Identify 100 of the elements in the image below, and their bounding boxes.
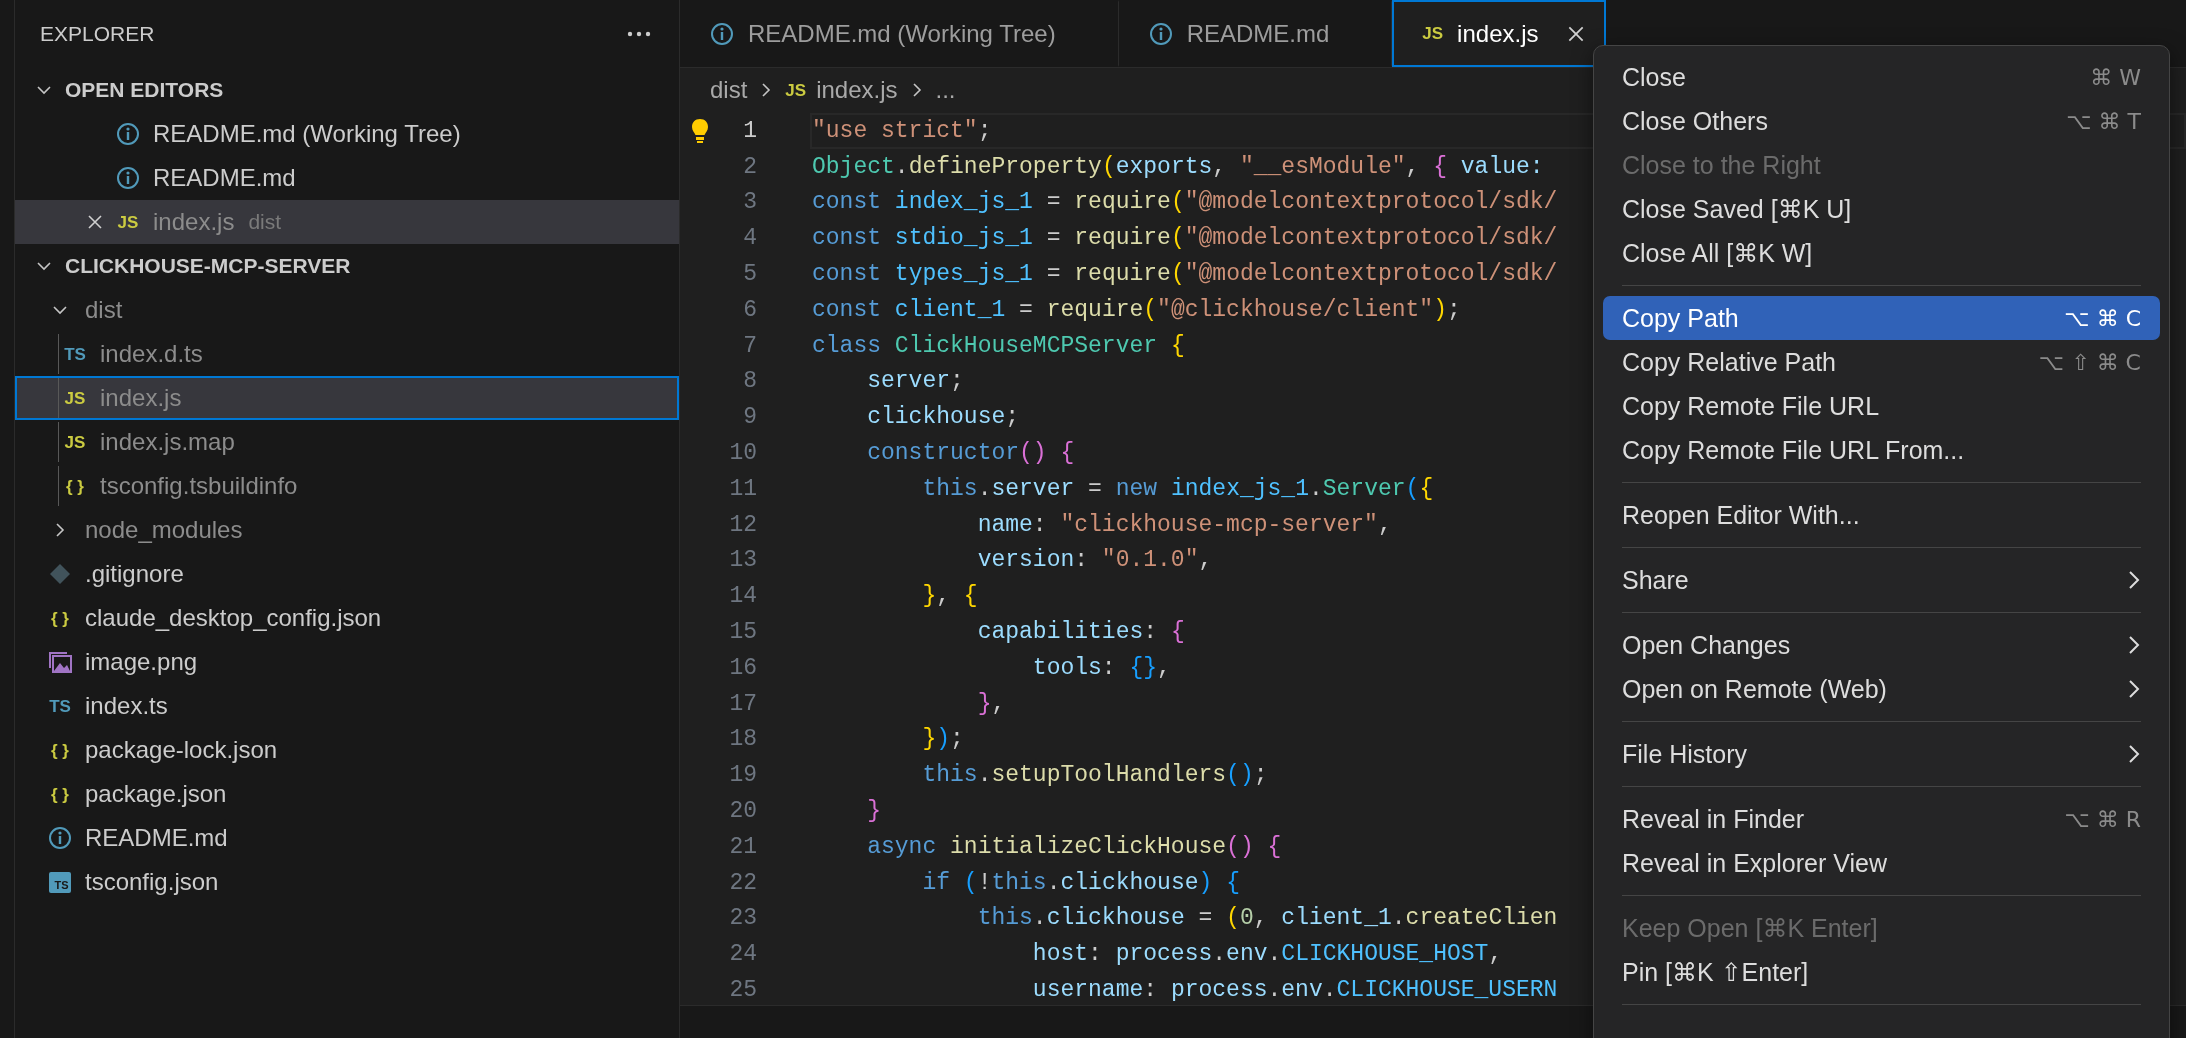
shortcut-hint: ⌥ ⌘ R	[2064, 806, 2141, 832]
menu-item[interactable]: Close All [⌘K W]	[1603, 231, 2160, 275]
code-line: "use strict";	[812, 117, 992, 144]
section-header[interactable]: OPEN EDITORS	[15, 68, 679, 112]
line-number: 12	[728, 511, 757, 538]
open-editor-row[interactable]: README.md	[15, 156, 679, 200]
section-header[interactable]: CLICKHOUSE-MCP-SERVER	[15, 244, 679, 288]
line-number: 20	[728, 798, 757, 825]
code-line: capabilities: {	[976, 619, 1185, 646]
menu-item[interactable]: Open on Remote (Web)	[1603, 667, 2160, 711]
file-row[interactable]: { } tsconfig.tsbuildinfo	[15, 464, 679, 508]
line-number: 11	[728, 475, 757, 502]
file-row[interactable]: TS tsconfig.json	[15, 860, 679, 904]
breadcrumb-item[interactable]: ...	[935, 76, 956, 104]
menu-item[interactable]: Copy Remote File URL From...	[1603, 428, 2160, 472]
file-row[interactable]: { } claude_desktop_config.json	[15, 596, 679, 640]
image-icon	[48, 651, 72, 673]
line-number: 6	[742, 296, 757, 323]
code-line: }, {	[921, 583, 978, 610]
braces-icon: { }	[66, 477, 84, 495]
line-number: 16	[728, 654, 757, 681]
ts-icon: TS	[49, 871, 71, 893]
menu-item[interactable]: Copy Path ⌥ ⌘ C	[1603, 296, 2160, 340]
file-row[interactable]: JS index.js	[15, 376, 679, 420]
file-row[interactable]: { } package.json	[15, 772, 679, 816]
line-number: 7	[742, 332, 757, 359]
code-line: });	[921, 726, 964, 753]
menu-item[interactable]: Copy Remote File URL	[1603, 384, 2160, 428]
code-line: this.server = new index_js_1.Server({	[921, 475, 1434, 502]
section-title: CLICKHOUSE-MCP-SERVER	[65, 254, 351, 278]
menu-item[interactable]: Pin [⌘K ⇧Enter]	[1603, 950, 2160, 994]
more-icon[interactable]	[627, 31, 651, 37]
info-icon	[116, 166, 140, 190]
ts-icon: TS	[64, 345, 86, 363]
code-line: Object.defineProperty(exports, "__esModule", { value:	[812, 153, 1544, 180]
open-editor-row[interactable]: JS index.js dist	[15, 200, 679, 244]
code-line: tools: {},	[1031, 654, 1171, 681]
breadcrumb-item[interactable]: index.js	[816, 76, 898, 104]
menu-item[interactable]: Reopen Editor With...	[1603, 493, 2160, 537]
code-line: },	[976, 690, 1006, 717]
menu-item[interactable]: File History	[1603, 732, 2160, 776]
line-number: 17	[728, 690, 757, 717]
file-row[interactable]: { } package-lock.json	[15, 728, 679, 772]
line-number: 18	[728, 726, 757, 753]
file-row[interactable]: JS index.js.map	[15, 420, 679, 464]
menu-item[interactable]: Reveal in Finder ⌥ ⌘ R	[1603, 797, 2160, 841]
line-number: 14	[728, 583, 757, 610]
js-icon: JS	[64, 389, 86, 407]
line-number: 25	[728, 977, 757, 1003]
line-number: 2	[742, 153, 757, 180]
code-line: constructor() {	[866, 440, 1075, 467]
file-row[interactable]: .gitignore	[15, 552, 679, 596]
shortcut-hint: ⌥ ⌘ T	[2066, 108, 2141, 134]
code-line: }	[866, 798, 881, 825]
code-line: this.clickhouse = (0, client_1.createClien	[976, 905, 1558, 932]
menu-item[interactable]: Close Others ⌥ ⌘ T	[1603, 99, 2160, 143]
folder-row[interactable]: node_modules	[15, 508, 679, 552]
line-number: 13	[728, 547, 757, 574]
line-number: 3	[742, 189, 757, 216]
menu-item[interactable]: Share	[1603, 558, 2160, 602]
code-line: this.setupToolHandlers();	[921, 762, 1268, 789]
open-editor-row[interactable]: README.md (Working Tree)	[15, 112, 679, 156]
close-icon[interactable]	[86, 213, 104, 231]
info-icon	[116, 122, 140, 146]
folder-hint: dist	[248, 210, 282, 234]
ts-icon: TS	[49, 697, 71, 715]
file-row[interactable]: image.png	[15, 640, 679, 684]
code-line: name: "clickhouse-mcp-server",	[976, 511, 1392, 538]
section-title: OPEN EDITORS	[65, 78, 224, 102]
code-line: if (!this.clickhouse) {	[921, 869, 1240, 896]
menu-item[interactable]: Reveal in Explorer View	[1603, 841, 2160, 885]
folder-row[interactable]: dist	[15, 288, 679, 332]
info-icon	[1148, 21, 1173, 46]
code-line: server;	[866, 368, 964, 395]
code-line: const index_js_1 = require("@modelcontextprotocol/sdk/	[812, 189, 1558, 216]
line-number: 24	[728, 941, 757, 968]
line-number: 1	[742, 117, 757, 144]
line-number: 23	[728, 905, 757, 932]
line-number: 5	[742, 261, 757, 288]
code-line: version: "0.1.0",	[976, 547, 1213, 574]
line-number: 10	[728, 440, 757, 467]
file-row[interactable]: TS index.ts	[15, 684, 679, 728]
braces-icon: { }	[51, 609, 69, 627]
info-icon	[710, 21, 734, 46]
menu-item[interactable]: Copy Relative Path ⌥ ⇧ ⌘ C	[1603, 340, 2160, 384]
line-number: 21	[728, 833, 757, 860]
lightbulb-icon[interactable]	[691, 117, 709, 144]
file-row[interactable]: TS index.d.ts	[15, 332, 679, 376]
line-number: 4	[742, 225, 757, 252]
code-line: const stdio_js_1 = require("@modelcontextprotocol/sdk/	[812, 225, 1558, 252]
code-line: const types_js_1 = require("@modelcontextprotocol/sdk/	[812, 261, 1558, 288]
code-line: username: process.env.CLICKHOUSE_USERN	[1031, 977, 1558, 1003]
braces-icon: { }	[51, 785, 69, 803]
editor-tab[interactable]: JS index.js	[1392, 0, 1607, 67]
js-icon: JS	[785, 81, 807, 99]
menu-item[interactable]: Close Saved [⌘K U]	[1603, 187, 2160, 231]
menu-item[interactable]: Open Changes	[1603, 623, 2160, 667]
git-icon	[49, 563, 71, 585]
breadcrumb-item[interactable]: dist	[710, 76, 748, 104]
file-row[interactable]: README.md	[15, 816, 679, 860]
